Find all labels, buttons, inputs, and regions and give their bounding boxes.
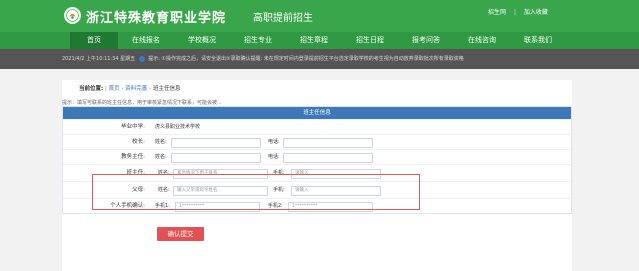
- nav-item-faq[interactable]: 报考问答: [398, 32, 454, 49]
- top-link-separator: |: [513, 9, 516, 16]
- nav-item-consult[interactable]: 在线咨询: [454, 32, 510, 49]
- school-label: 毕业中学:: [121, 124, 145, 130]
- main-card: 当前位置: | 首页 › 资料完善 › 班主任信息 提示：填写可联系的班主任信息…: [62, 80, 572, 271]
- top-links: 招生网 | 加入收藏: [488, 7, 554, 16]
- notice-bar: 2021/4/2 上午10:11:34 星期五 提示: ①操作完成之后，请安全退…: [0, 49, 639, 69]
- breadcrumb-home[interactable]: 首页: [109, 86, 120, 92]
- highlight-box: [92, 174, 420, 210]
- school-logo-icon: [64, 7, 81, 24]
- principal-name-label: 姓名:: [155, 139, 167, 145]
- principal-tel-input[interactable]: [283, 138, 373, 148]
- teacher-name-input[interactable]: [171, 153, 261, 163]
- teacher-tel-input[interactable]: [283, 153, 373, 163]
- main-nav: 首页 在线报名 学校概况 招生专业 招生章程 招生日程 报考问答 在线咨询 联系…: [0, 32, 639, 49]
- breadcrumb-label: 当前位置:: [79, 86, 104, 92]
- table-title: 班主任信息: [63, 107, 571, 119]
- teacher-tel-label: 电话:: [268, 154, 280, 160]
- nav-item-overview[interactable]: 学校概况: [174, 32, 230, 49]
- nav-item-majors[interactable]: 招生专业: [230, 32, 286, 49]
- nav-item-schedule[interactable]: 招生日程: [342, 32, 398, 49]
- header-subtitle: 高职提前招生: [253, 13, 313, 24]
- breadcrumb-section[interactable]: 资料完善: [125, 86, 147, 92]
- teacher-name-label: 姓名:: [155, 154, 167, 160]
- top-link-zsw[interactable]: 招生网: [488, 9, 506, 16]
- submit-button[interactable]: 确认提交: [157, 227, 204, 241]
- nav-item-charter[interactable]: 招生章程: [286, 32, 342, 49]
- nav-item-contact[interactable]: 联系我们: [510, 32, 566, 49]
- form-hint: 提示：填写可联系的班主任信息，用于审核紧急情况下联系，可能会被...: [62, 100, 222, 106]
- school-value: 虎义县职业技术学校: [155, 124, 201, 130]
- table-row-teacher: 教务主任: 姓名: 电话:: [63, 149, 571, 164]
- school-name: 浙江特殊教育职业学院: [86, 11, 227, 26]
- breadcrumb: 当前位置: | 首页 › 资料完善 › 班主任信息: [79, 84, 181, 92]
- teacher-label: 教务主任:: [121, 154, 145, 160]
- breadcrumb-current: 班主任信息: [153, 86, 181, 92]
- principal-name-input[interactable]: [171, 138, 261, 148]
- principal-label: 校长:: [132, 139, 145, 145]
- nav-item-apply[interactable]: 在线报名: [118, 32, 174, 49]
- site-header: 浙江特殊教育职业学院 高职提前招生 招生网 | 加入收藏: [0, 0, 639, 32]
- top-link-favorite[interactable]: 加入收藏: [524, 9, 548, 16]
- notice-text: 提示: ①操作完成之后，请安全退出②录取确认提醒: 未在规定时间内登录提前招生平…: [148, 56, 464, 62]
- info-icon: [138, 55, 145, 62]
- table-row-school: 毕业中学: 虎义县职业技术学校: [63, 119, 571, 134]
- principal-tel-label: 电话:: [268, 139, 280, 145]
- nav-item-home[interactable]: 首页: [70, 32, 118, 49]
- notice-date: 2021/4/2 上午10:11:34 星期五: [62, 56, 136, 62]
- table-row-principal: 校长: 姓名: 电话:: [63, 134, 571, 149]
